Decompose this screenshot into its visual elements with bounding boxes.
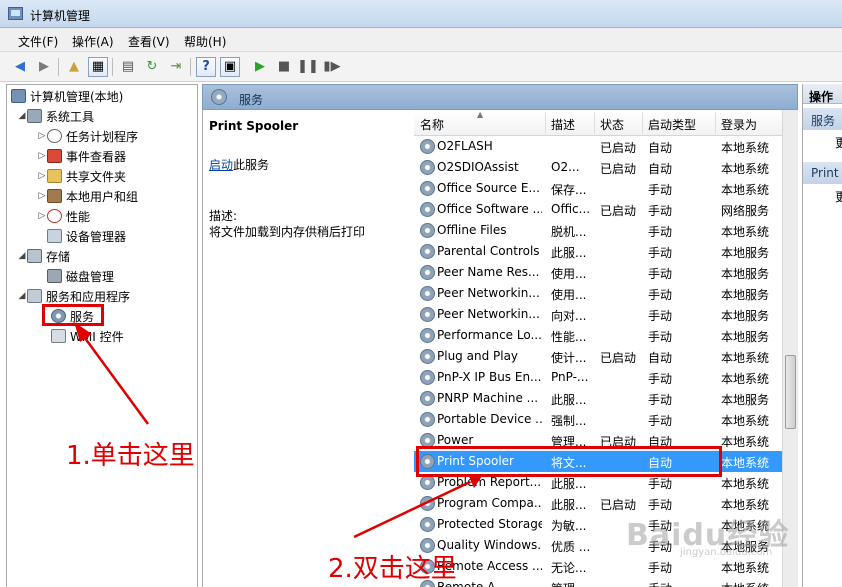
annotation-step1: 1.单击这里 (66, 441, 195, 471)
arrow-line-step1 (80, 333, 150, 425)
arrow-head-step2 (468, 474, 482, 488)
annotation-step2: 2.双击这里 (328, 554, 457, 584)
annotation-arrows (74, 322, 482, 539)
baidu-watermark-url: jingyan.baidu.com (680, 547, 773, 558)
arrow-line-step2 (353, 480, 471, 539)
arrow-head-step1 (74, 322, 92, 342)
